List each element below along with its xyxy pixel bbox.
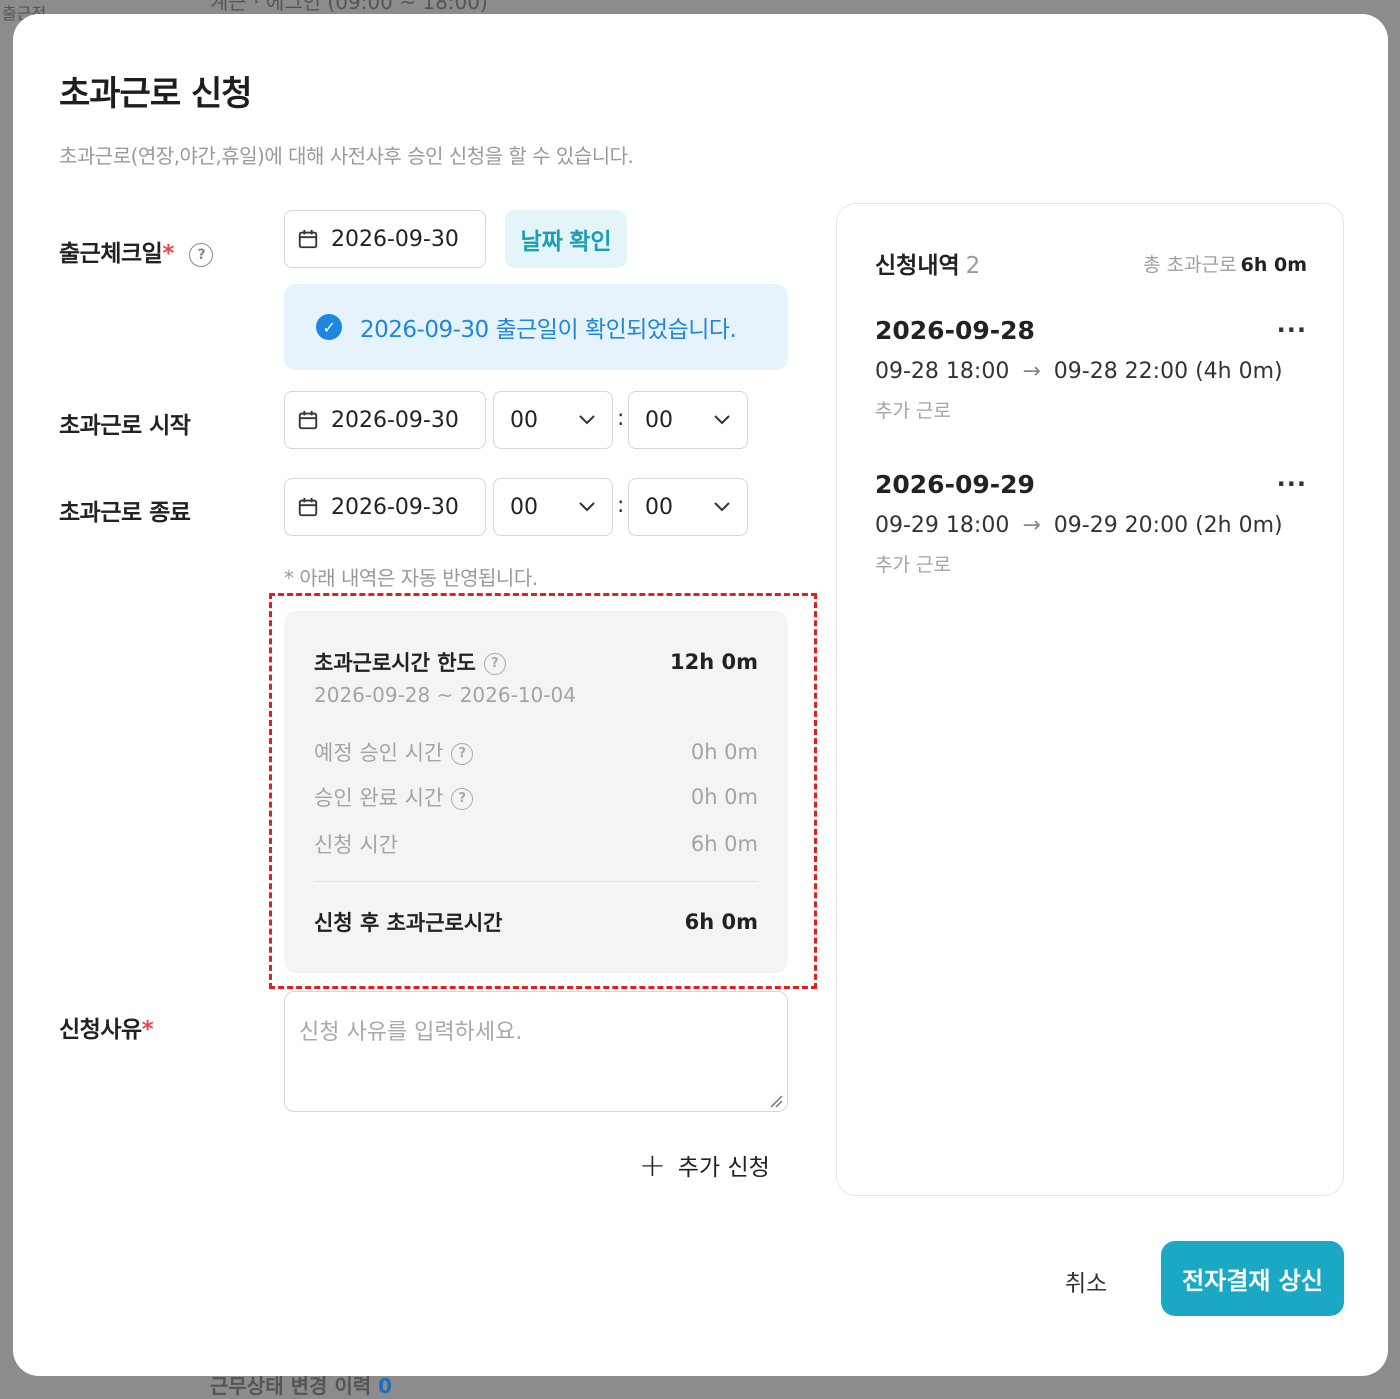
- start-date-picker[interactable]: 2026-09-30: [284, 391, 486, 449]
- calendar-icon: [298, 229, 318, 249]
- time-separator: :: [617, 406, 625, 431]
- add-request-label: 추가 신청: [677, 1155, 770, 1181]
- summary-divider: [314, 881, 758, 882]
- entry-type: 추가 근로: [875, 400, 951, 422]
- chevron-down-icon: [579, 415, 595, 425]
- limit-value: 12h 0m: [670, 650, 758, 674]
- more-icon[interactable]: ···: [1277, 470, 1307, 498]
- overtime-start-label: 초과근로 시작: [59, 413, 191, 439]
- modal-title: 초과근로 신청: [59, 74, 253, 114]
- help-icon[interactable]: ?: [451, 788, 474, 810]
- start-minute-select[interactable]: 00: [628, 391, 748, 449]
- end-hour-value: 00: [510, 494, 538, 520]
- entry-date: 2026-09-28: [875, 316, 1035, 345]
- approved-label: 승인 완료 시간: [314, 786, 444, 810]
- scheduled-value: 0h 0m: [690, 740, 758, 764]
- chevron-down-icon: [579, 502, 595, 512]
- end-date-value: 2026-09-30: [331, 494, 459, 520]
- required-mark: *: [162, 241, 174, 267]
- request-history-panel: 신청내역 2 총 초과근로 6h 0m 2026-09-28 09-28 18:00…: [836, 203, 1344, 1196]
- history-entry: 2026-09-28 09-28 18:00 → 09-28 22:00 (4h…: [875, 316, 1307, 423]
- scheduled-label: 예정 승인 시간: [314, 741, 444, 765]
- start-date-value: 2026-09-30: [331, 407, 459, 433]
- chevron-down-icon: [714, 415, 730, 425]
- history-count: 2: [965, 253, 981, 279]
- entry-time: 09-28 18:00 → 09-28 22:00 (4h 0m): [875, 359, 1283, 384]
- arrow-right-icon: →: [1022, 513, 1041, 538]
- end-minute-select[interactable]: 00: [628, 478, 748, 536]
- limit-label: 초과근로시간 한도: [314, 651, 476, 675]
- more-icon[interactable]: ···: [1277, 316, 1307, 344]
- check-circle-icon: ✓: [316, 314, 342, 340]
- history-total-value: 6h 0m: [1240, 254, 1307, 276]
- confirm-date-button[interactable]: 날짜 확인: [505, 210, 627, 268]
- calendar-icon: [298, 410, 318, 430]
- start-minute-value: 00: [645, 407, 673, 433]
- entry-time: 09-29 18:00 → 09-29 20:00 (2h 0m): [875, 513, 1283, 538]
- add-request-button[interactable]: + 추가 신청: [639, 1148, 770, 1182]
- start-hour-select[interactable]: 00: [493, 391, 613, 449]
- confirm-notice-text: 2026-09-30 출근일이 확인되었습니다.: [360, 317, 737, 343]
- plus-icon: +: [639, 1146, 666, 1184]
- approved-value: 0h 0m: [690, 785, 758, 809]
- requested-value: 6h 0m: [690, 832, 758, 856]
- after-request-value: 6h 0m: [684, 910, 758, 934]
- entry-type: 추가 근로: [875, 554, 951, 576]
- history-title: 신청내역 2: [875, 253, 981, 279]
- overtime-end-label: 초과근로 종료: [59, 500, 191, 526]
- help-icon[interactable]: ?: [189, 242, 214, 267]
- time-separator: :: [617, 493, 625, 518]
- limit-row: 초과근로시간 한도? 12h 0m: [314, 647, 758, 677]
- submit-approval-button[interactable]: 전자결재 상신: [1161, 1241, 1344, 1316]
- after-request-label: 신청 후 초과근로시간: [314, 911, 503, 935]
- reason-textarea[interactable]: [284, 991, 788, 1112]
- checkin-confirm-notice: ✓ 2026-09-30 출근일이 확인되었습니다.: [284, 284, 788, 370]
- history-total: 총 초과근로 6h 0m: [1143, 254, 1307, 276]
- approved-row: 승인 완료 시간? 0h 0m: [314, 782, 758, 812]
- end-date-picker[interactable]: 2026-09-30: [284, 478, 486, 536]
- reason-label: 신청사유*: [59, 1017, 154, 1043]
- overtime-request-modal: 초과근로 신청 초과근로(연장,야간,휴일)에 대해 사전사후 승인 신청을 할…: [13, 14, 1388, 1376]
- help-icon[interactable]: ?: [483, 653, 506, 675]
- resize-handle-icon[interactable]: [769, 1094, 783, 1108]
- after-request-row: 신청 후 초과근로시간 6h 0m: [314, 907, 758, 937]
- cancel-button[interactable]: 취소: [1065, 1264, 1107, 1298]
- background-schedule-text: 계근 · 에그인 (09:00 ~ 18:00): [210, 0, 488, 14]
- limit-date-range: 2026-09-28 ~ 2026-10-04: [314, 683, 576, 707]
- arrow-right-icon: →: [1022, 359, 1041, 384]
- required-mark: *: [141, 1017, 154, 1043]
- modal-subtitle: 초과근로(연장,야간,휴일)에 대해 사전사후 승인 신청을 할 수 있습니다.: [59, 144, 634, 168]
- chevron-down-icon: [714, 502, 730, 512]
- calendar-icon: [298, 497, 318, 517]
- end-hour-select[interactable]: 00: [493, 478, 613, 536]
- start-hour-value: 00: [510, 407, 538, 433]
- overtime-summary-card: 초과근로시간 한도? 12h 0m 2026-09-28 ~ 2026-10-0…: [284, 611, 788, 973]
- checkin-date-label: 출근체크일* ?: [59, 234, 214, 268]
- scheduled-row: 예정 승인 시간? 0h 0m: [314, 737, 758, 767]
- entry-date: 2026-09-29: [875, 470, 1035, 499]
- history-entry: 2026-09-29 09-29 18:00 → 09-29 20:00 (2h…: [875, 470, 1307, 577]
- requested-row: 신청 시간 6h 0m: [314, 829, 758, 859]
- requested-label: 신청 시간: [314, 833, 398, 857]
- auto-reflect-note: * 아래 내역은 자동 반영됩니다.: [284, 566, 538, 590]
- checkin-date-picker[interactable]: 2026-09-30: [284, 210, 486, 268]
- checkin-date-value: 2026-09-30: [331, 226, 459, 252]
- help-icon[interactable]: ?: [451, 743, 474, 765]
- end-minute-value: 00: [645, 494, 673, 520]
